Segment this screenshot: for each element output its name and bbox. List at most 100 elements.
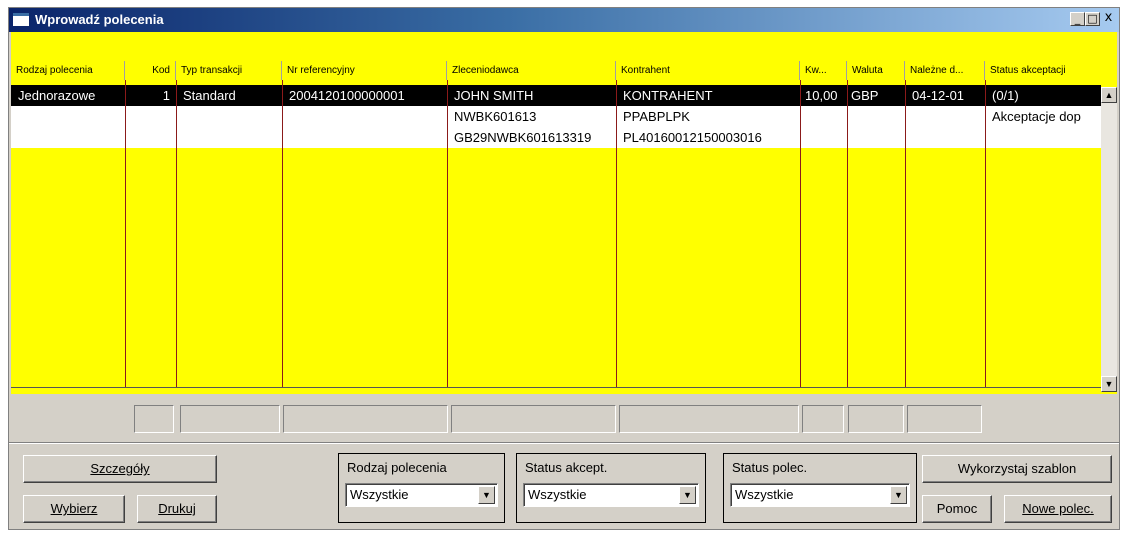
table-cell: GBP bbox=[851, 88, 879, 103]
maximize-button[interactable]: □ bbox=[1085, 12, 1100, 26]
table-row[interactable]: NWBK601613 PPABPLPK Akceptacje dop bbox=[11, 106, 1101, 127]
column-divider bbox=[616, 80, 617, 387]
total-field bbox=[619, 405, 799, 433]
col-header-order-type[interactable]: Rodzaj polecenia bbox=[11, 61, 125, 80]
col-header-due-date[interactable]: Należne d... bbox=[905, 61, 985, 80]
table-cell: Standard bbox=[183, 88, 236, 103]
column-divider bbox=[800, 80, 801, 387]
table-cell: 2004120100000001 bbox=[289, 88, 405, 103]
total-field bbox=[907, 405, 982, 433]
vertical-scrollbar[interactable]: ▲ ▼ bbox=[1101, 87, 1117, 392]
table-cell bbox=[905, 127, 985, 148]
filter-order-type-label: Rodzaj polecenia bbox=[347, 460, 447, 475]
details-button-label: Szczegóły bbox=[90, 461, 150, 476]
table-cell: Jednorazowe bbox=[18, 88, 96, 103]
table-cell bbox=[847, 127, 905, 148]
table-cell bbox=[176, 127, 282, 148]
help-button[interactable]: Pomoc bbox=[922, 495, 992, 523]
filter-order-type-select[interactable]: Wszystkie ▼ bbox=[345, 483, 498, 507]
print-button[interactable]: Drukuj bbox=[137, 495, 217, 523]
new-order-button[interactable]: Nowe polec. bbox=[1004, 495, 1112, 523]
col-header-code[interactable]: Kod bbox=[125, 61, 176, 80]
table-cell bbox=[176, 106, 282, 127]
use-template-button-label: Wykorzystaj szablon bbox=[957, 461, 1077, 476]
use-template-button[interactable]: Wykorzystaj szablon bbox=[922, 455, 1112, 483]
table-cell: NWBK601613 bbox=[454, 109, 537, 124]
table-cell bbox=[985, 127, 1101, 148]
column-divider bbox=[447, 80, 448, 387]
table-cell: Akceptacje dop bbox=[992, 109, 1081, 124]
filter-order-status-label: Status polec. bbox=[732, 460, 808, 475]
table-cell: GB29NWBK601613319 bbox=[454, 130, 592, 145]
chevron-down-icon[interactable]: ▼ bbox=[478, 486, 495, 504]
scroll-up-icon[interactable]: ▲ bbox=[1101, 87, 1117, 103]
chevron-down-icon[interactable]: ▼ bbox=[890, 486, 907, 504]
details-button[interactable]: Szczegóły bbox=[23, 455, 217, 483]
column-divider bbox=[847, 80, 848, 387]
table-cell: KONTRAHENT bbox=[623, 88, 713, 103]
table-cell bbox=[11, 106, 125, 127]
main-window: Wprowadź polecenia _ □ x Rodzaj poleceni… bbox=[8, 7, 1120, 530]
table-cell: 04-12-01 bbox=[912, 88, 965, 103]
filter-order-status-group: Status polec. Wszystkie ▼ bbox=[723, 453, 917, 523]
table-cell bbox=[847, 106, 905, 127]
window-title: Wprowadź polecenia bbox=[35, 12, 164, 27]
total-field bbox=[802, 405, 844, 433]
total-field bbox=[180, 405, 280, 433]
minimize-button[interactable]: _ bbox=[1070, 12, 1085, 26]
col-header-counterparty[interactable]: Kontrahent bbox=[616, 61, 800, 80]
totals-bar bbox=[9, 405, 1119, 435]
col-header-reference-number[interactable]: Nr referencyjny bbox=[282, 61, 447, 80]
col-header-transaction-type[interactable]: Typ transakcji bbox=[176, 61, 282, 80]
table-cell: PL40160012150003016 bbox=[623, 130, 762, 145]
col-header-amount[interactable]: Kw... bbox=[800, 61, 847, 80]
filter-order-type-group: Rodzaj polecenia Wszystkie ▼ bbox=[338, 453, 505, 523]
help-button-label: Pomoc bbox=[936, 501, 978, 516]
column-divider bbox=[282, 80, 283, 387]
close-button[interactable]: x bbox=[1101, 11, 1116, 26]
column-divider bbox=[985, 80, 986, 387]
filter-order-type-value: Wszystkie bbox=[350, 487, 409, 502]
total-field bbox=[451, 405, 616, 433]
print-button-label: Drukuj bbox=[158, 501, 196, 516]
table-cell: JOHN SMITH bbox=[454, 88, 534, 103]
table-cell bbox=[11, 127, 125, 148]
column-divider bbox=[125, 80, 126, 387]
table-cell: (0/1) bbox=[992, 88, 1019, 103]
filter-order-status-select[interactable]: Wszystkie ▼ bbox=[730, 483, 910, 507]
table-bottom-line bbox=[11, 387, 1101, 388]
table-cell bbox=[125, 106, 176, 127]
column-divider bbox=[905, 80, 906, 387]
scroll-down-icon[interactable]: ▼ bbox=[1101, 376, 1117, 392]
total-field bbox=[134, 405, 174, 433]
filter-acceptance-status-value: Wszystkie bbox=[528, 487, 587, 502]
filter-order-status-value: Wszystkie bbox=[735, 487, 794, 502]
col-header-currency[interactable]: Waluta bbox=[847, 61, 905, 80]
table-cell bbox=[800, 106, 847, 127]
table-row[interactable]: GB29NWBK601613319 PL40160012150003016 bbox=[11, 127, 1101, 148]
select-button[interactable]: Wybierz bbox=[23, 495, 125, 523]
table-cell: 10,00 bbox=[805, 88, 838, 103]
table-row[interactable]: Jednorazowe 1 Standard 2004120100000001 … bbox=[11, 85, 1101, 106]
select-button-label: Wybierz bbox=[50, 501, 98, 516]
chevron-down-icon[interactable]: ▼ bbox=[679, 486, 696, 504]
filter-acceptance-status-select[interactable]: Wszystkie ▼ bbox=[523, 483, 699, 507]
filter-acceptance-status-label: Status akcept. bbox=[525, 460, 608, 475]
title-bar[interactable]: Wprowadź polecenia _ □ x bbox=[9, 8, 1119, 32]
total-field bbox=[283, 405, 448, 433]
col-header-acceptance-status[interactable]: Status akceptacji bbox=[985, 61, 1101, 80]
orders-table[interactable]: Rodzaj polecenia Kod Typ transakcji Nr r… bbox=[11, 32, 1117, 394]
table-cell bbox=[282, 106, 447, 127]
table-cell bbox=[800, 127, 847, 148]
filter-acceptance-status-group: Status akcept. Wszystkie ▼ bbox=[516, 453, 706, 523]
column-divider bbox=[176, 80, 177, 387]
divider bbox=[9, 442, 1119, 444]
total-field bbox=[848, 405, 904, 433]
col-header-ordering-party[interactable]: Zleceniodawca bbox=[447, 61, 616, 80]
table-header: Rodzaj polecenia Kod Typ transakcji Nr r… bbox=[11, 61, 1101, 80]
table-cell: PPABPLPK bbox=[623, 109, 690, 124]
table-cell bbox=[125, 127, 176, 148]
window-icon bbox=[13, 13, 29, 26]
new-order-button-label: Nowe polec. bbox=[1022, 501, 1094, 516]
table-cell: 1 bbox=[162, 88, 170, 103]
